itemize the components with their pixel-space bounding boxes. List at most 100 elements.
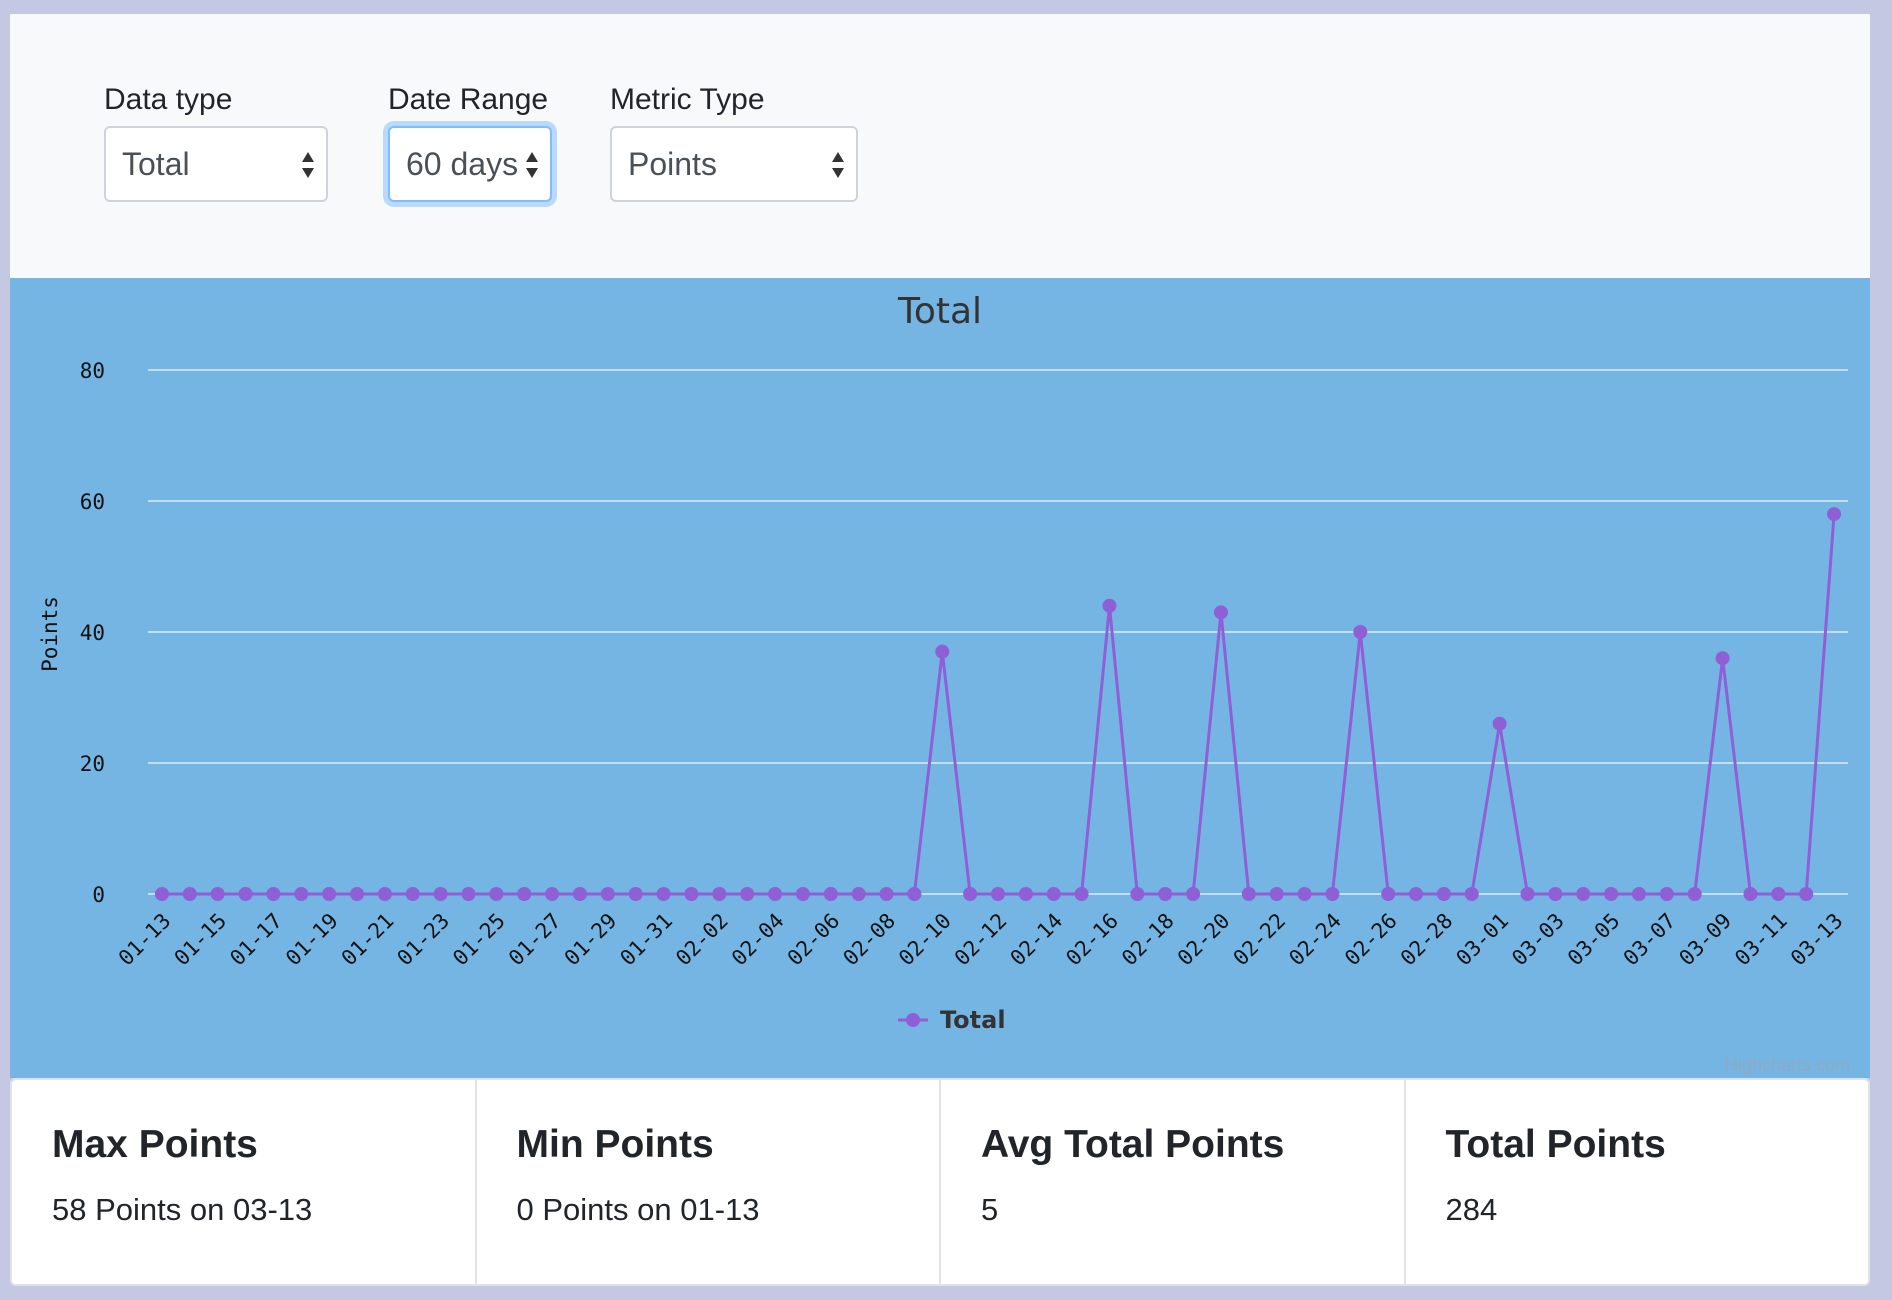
legend-marker (906, 1013, 920, 1027)
data-point (1659, 887, 1674, 901)
x-tick-label: 01-21 (337, 909, 399, 971)
stat-title: Min Points (516, 1123, 714, 1166)
y-tick-label: 20 (80, 752, 105, 776)
metric-type-filter: Metric Type Points (610, 82, 858, 202)
data-point (712, 887, 727, 901)
x-tick-label: 02-10 (894, 909, 956, 971)
series-line (161, 513, 1836, 896)
date-range-filter: Date Range 60 days (388, 82, 552, 202)
data-type-select[interactable]: Total (104, 126, 328, 202)
data-point (1743, 887, 1758, 901)
data-point (991, 887, 1005, 901)
data-point (795, 887, 810, 901)
data-type-filter: Data type Total (104, 82, 328, 202)
x-tick-label: 02-16 (1061, 909, 1123, 971)
data-point (1464, 887, 1479, 901)
data-point (322, 887, 337, 901)
data-point (1074, 887, 1089, 901)
data-point (1186, 887, 1201, 901)
data-point (1687, 887, 1702, 901)
x-tick-label: 01-17 (225, 909, 287, 971)
stat-title: Max Points (52, 1123, 258, 1166)
data-point (740, 887, 755, 901)
data-point (1241, 887, 1256, 901)
data-point (1715, 651, 1730, 666)
data-point (935, 644, 950, 659)
data-point (294, 887, 309, 901)
data-point (1771, 887, 1786, 901)
stat-card-max: Max Points 58 Points on 03-13 (12, 1080, 477, 1284)
x-tick-label: 03-05 (1563, 909, 1625, 971)
data-point (489, 887, 504, 901)
data-point (1130, 887, 1145, 901)
data-point (768, 887, 783, 901)
data-point (851, 887, 866, 901)
metric-type-label: Metric Type (610, 83, 765, 116)
data-point (656, 887, 671, 901)
x-tick-label: 03-13 (1786, 909, 1848, 971)
data-point (545, 887, 560, 901)
data-point (1436, 887, 1451, 901)
stat-title: Avg Total Points (981, 1123, 1285, 1166)
y-tick-label: 0 (92, 883, 105, 907)
x-tick-label: 03-03 (1507, 909, 1569, 971)
x-tick-label: 02-24 (1284, 909, 1346, 971)
stat-title: Total Points (1445, 1123, 1666, 1166)
stat-card-total: Total Points 284 (1406, 1080, 1869, 1284)
stat-card-min: Min Points 0 Points on 01-13 (477, 1080, 941, 1284)
date-range-select[interactable]: 60 days (388, 126, 552, 202)
x-tick-label: 02-26 (1340, 909, 1402, 971)
x-tick-label: 03-07 (1619, 909, 1681, 971)
data-point (1827, 507, 1842, 522)
x-tick-label: 02-14 (1006, 909, 1068, 971)
data-type-value: Total (122, 146, 190, 182)
chart-svg: Total 0 20 40 60 80 Points 01-1301-1501-1701-19… (38, 291, 1848, 1034)
select-arrows-icon (302, 152, 314, 178)
data-point (628, 887, 643, 901)
data-point (433, 887, 448, 901)
data-point (517, 887, 532, 901)
dashboard-frame: Data type Total Date Range 60 days Metri… (10, 14, 1870, 1286)
stat-value: 284 (1445, 1192, 1498, 1227)
stat-value: 0 Points on 01-13 (516, 1192, 760, 1227)
data-point (1325, 887, 1340, 901)
data-point (907, 887, 922, 901)
x-tick-label: 03-11 (1730, 909, 1792, 971)
data-point (405, 887, 420, 901)
x-tick-label: 01-15 (170, 909, 232, 971)
x-tick-label: 01-25 (448, 909, 510, 971)
x-tick-label: 01-23 (392, 909, 454, 971)
data-point (684, 887, 699, 901)
y-tick-label: 80 (80, 359, 105, 383)
date-range-label: Date Range (388, 83, 549, 116)
data-type-label: Data type (104, 83, 233, 116)
metric-type-value: Points (628, 146, 717, 182)
data-point (1353, 625, 1368, 639)
x-tick-label: 02-28 (1396, 909, 1458, 971)
stat-value: 58 Points on 03-13 (52, 1192, 313, 1227)
data-point (879, 887, 894, 901)
data-point (266, 887, 281, 901)
x-tick-label: 02-18 (1117, 909, 1179, 971)
chart-title: Total (897, 291, 982, 332)
data-point (823, 887, 838, 901)
data-point (1631, 887, 1646, 901)
metric-type-select[interactable]: Points (610, 126, 858, 202)
data-point (1297, 887, 1312, 901)
highcharts-credit[interactable]: Highcharts.com (1725, 1055, 1850, 1076)
data-point (154, 887, 169, 901)
x-tick-label: 03-09 (1674, 909, 1736, 971)
x-tick-label: 01-31 (615, 909, 677, 971)
data-point (210, 887, 225, 901)
x-tick-label: 01-29 (560, 909, 622, 971)
data-point (1576, 887, 1591, 901)
stat-card-avg: Avg Total Points 5 (941, 1080, 1406, 1284)
data-point (1520, 887, 1535, 901)
data-point (1492, 716, 1507, 731)
data-point (1213, 605, 1228, 620)
x-tick-label: 01-19 (281, 909, 343, 971)
legend-label: Total (940, 1006, 1006, 1034)
select-arrows-icon (832, 152, 844, 178)
stat-value: 5 (981, 1192, 999, 1227)
x-tick-label: 01-27 (504, 909, 566, 971)
